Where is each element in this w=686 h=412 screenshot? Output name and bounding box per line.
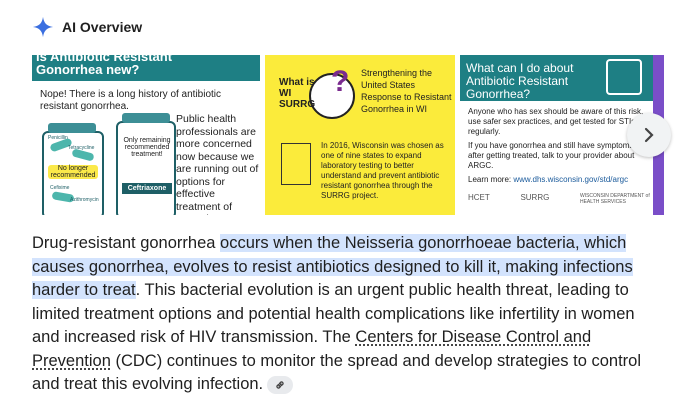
pill-bottle-ceftriaxone: Only remaining recommended treatment! Ce…	[116, 113, 176, 215]
drug-name: Ceftriaxone	[122, 183, 172, 194]
card-p2: If you have gonorrhea and still have sym…	[468, 141, 635, 170]
card-title-line2: Gonorrhea new?	[36, 62, 140, 77]
source-link-button[interactable]	[267, 375, 294, 394]
paragraph-tail: (CDC) continues to monitor the spread an…	[32, 351, 642, 394]
card-learn-more: Learn more: www.dhs.wisconsin.gov/std/ar…	[468, 175, 648, 185]
test-tubes-icon	[281, 143, 311, 185]
carousel-next-button[interactable]	[627, 113, 671, 157]
bottle-label: No longer recommended	[48, 165, 98, 179]
card-title-band: is Antibiotic Resistant Gonorrhea new?	[32, 55, 260, 81]
carousel-card-what-can-i-do[interactable]: What can I do about Antibiotic Resistant…	[460, 55, 653, 215]
ai-overview-header: AI Overview	[32, 15, 142, 39]
overview-paragraph: Drug-resistant gonorrhea occurs when the…	[32, 232, 666, 397]
paragraph-lead: Drug-resistant gonorrhea	[32, 234, 221, 252]
card-url[interactable]: www.dhs.wisconsin.gov/std/argc	[513, 175, 628, 184]
card-intro: Nope! There is a long history of antibio…	[40, 89, 222, 112]
card-body: Public health professionals are more con…	[176, 113, 259, 215]
card-p1: Anyone who has sex should be aware of th…	[468, 107, 644, 136]
card-body: In 2016, Wisconsin was chosen as one of …	[321, 141, 444, 200]
image-carousel: is Antibiotic Resistant Gonorrhea new? N…	[32, 55, 664, 215]
logo-wi-dhs: WISCONSIN DEPARTMENT of HEALTH SERVICES	[579, 193, 650, 205]
card-title: What can I do about Antibiotic Resistant…	[466, 61, 574, 101]
pill-name: Penicillin	[48, 135, 68, 141]
pill-name: Tetracycline	[68, 145, 95, 151]
logo-hcet: HCET	[468, 193, 490, 202]
gemini-spark-icon	[32, 16, 54, 38]
surrg-acronym: Strengthening the United States Response…	[361, 68, 452, 114]
safety-icon	[606, 59, 642, 95]
pill-name: Cefixime	[50, 185, 70, 191]
learn-more-label: Learn more:	[468, 175, 512, 184]
chevron-right-icon	[644, 127, 654, 143]
bottle-label: Only remaining recommended treatment!	[123, 137, 171, 158]
question-mark-icon: ?	[331, 65, 350, 98]
pill-name: Azithromycin	[70, 197, 99, 203]
carousel-card-history[interactable]: is Antibiotic Resistant Gonorrhea new? N…	[32, 55, 260, 215]
partner-logos: HCET SURRG WISCONSIN DEPARTMENT of HEALT…	[468, 193, 650, 205]
pill-bottle-old: No longer recommended Penicillin Tetracyc…	[42, 123, 104, 215]
card-question: What is WI SURRG	[279, 77, 316, 110]
logo-surrg: SURRG	[520, 193, 550, 202]
link-icon	[276, 380, 284, 389]
carousel-card-surrg[interactable]: What is WI SURRG ? Strengthening the Uni…	[265, 55, 455, 215]
card-title-band: What can I do about Antibiotic Resistant…	[460, 55, 653, 101]
ai-overview-title: AI Overview	[62, 19, 143, 35]
